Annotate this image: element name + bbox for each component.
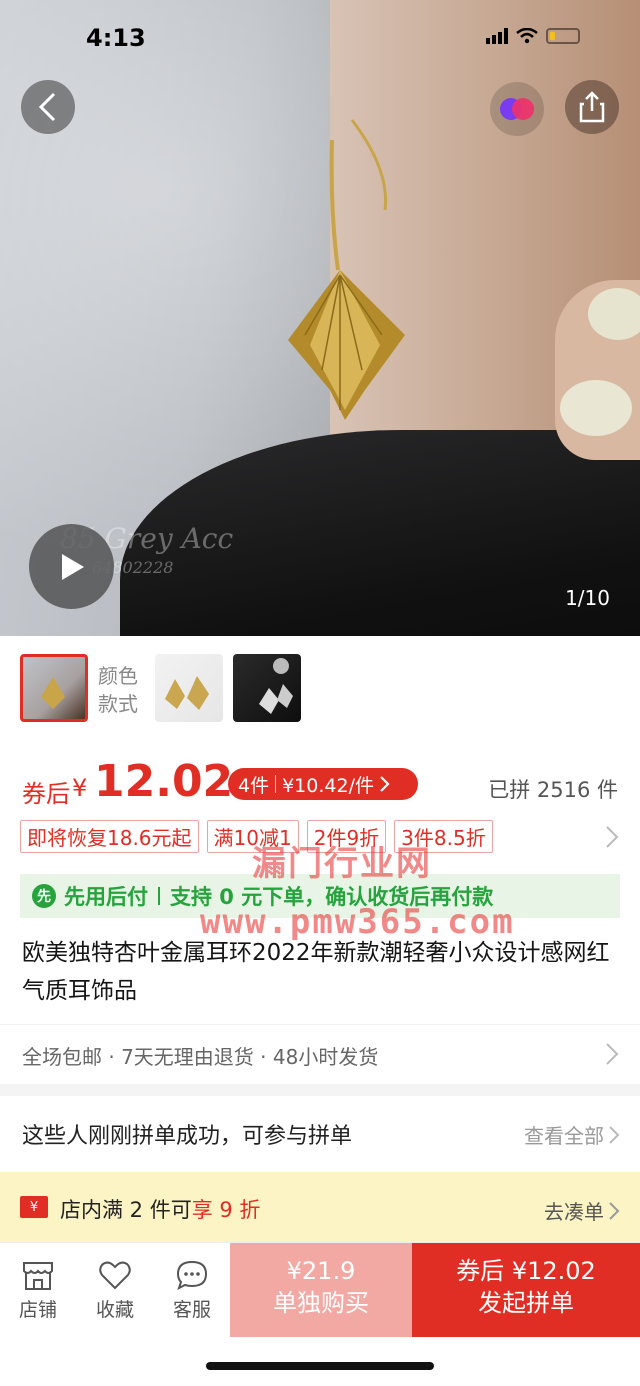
chevron-right-icon xyxy=(606,1043,619,1065)
variant-thumb-1[interactable] xyxy=(20,654,88,722)
coupon-icon: ¥ xyxy=(20,1196,48,1218)
battery-icon xyxy=(546,28,580,44)
app-logo-button[interactable] xyxy=(490,82,544,136)
single-price: ¥21.9 xyxy=(286,1257,356,1285)
sold-count: 已拼 2516 件 xyxy=(488,778,618,802)
earring-gold-thumb-icon xyxy=(165,676,209,710)
product-page: 85 Grey Acc 64802228 4:13 1/10 颜色 款式 券后 … xyxy=(0,0,640,1386)
chevron-right-icon[interactable] xyxy=(604,824,620,850)
variant-selector: 颜色 款式 xyxy=(0,636,640,740)
image-counter: 1/10 xyxy=(565,586,610,610)
pay-later-icon: 先 xyxy=(32,884,56,908)
group-buy-text: 这些人刚刚拼单成功，可参与拼单 xyxy=(22,1124,353,1149)
single-label: 单独购买 xyxy=(273,1289,369,1317)
site-watermark-url: www.pmw365.com xyxy=(200,902,515,942)
chevron-right-icon xyxy=(609,1201,620,1220)
variant-thumb-2[interactable] xyxy=(155,654,223,722)
pay-later-title: 先用后付 xyxy=(64,885,148,909)
multi-buy-pill[interactable]: 4件 ¥10.42/件 xyxy=(228,768,418,800)
status-icons xyxy=(486,28,580,44)
service-text: 全场包邮 · 7天无理由退货 · 48小时发货 xyxy=(22,1045,379,1069)
price-row: 券后 ¥ 12.02 4件 ¥10.42/件 已拼 2516 件 xyxy=(0,740,640,820)
product-title: 欧美独特杏叶金属耳环2022年新款潮轻奢小众设计感网红气质耳饰品 xyxy=(22,940,610,1004)
variant-thumb-3[interactable] xyxy=(233,654,301,722)
wifi-icon xyxy=(516,28,538,44)
group-label: 发起拼单 xyxy=(478,1289,574,1317)
service-nav-button[interactable]: 客服 xyxy=(154,1257,230,1322)
buy-single-button[interactable]: ¥21.9 单独购买 xyxy=(230,1243,412,1337)
play-video-button[interactable] xyxy=(29,524,114,609)
store-icon xyxy=(23,1262,53,1290)
currency-symbol: ¥ xyxy=(72,774,88,802)
service-row[interactable]: 全场包邮 · 7天无理由退货 · 48小时发货 xyxy=(0,1024,640,1084)
bottom-action-bar: 店铺 收藏 客服 ¥21.9 单独购买 券后 ¥12.02 发起拼单 xyxy=(0,1242,640,1337)
chevron-right-icon xyxy=(609,1125,620,1144)
favorite-nav-button[interactable]: 收藏 xyxy=(77,1257,153,1322)
home-indicator xyxy=(206,1362,434,1370)
share-button[interactable] xyxy=(565,80,619,134)
coupon-prefix: 券后 xyxy=(22,780,70,808)
start-group-buy-button[interactable]: 券后 ¥12.02 发起拼单 xyxy=(412,1243,640,1337)
group-buy-row[interactable]: 这些人刚刚拼单成功，可参与拼单 查看全部 xyxy=(0,1096,640,1168)
share-icon xyxy=(579,91,605,123)
heart-icon xyxy=(99,1261,131,1290)
store-promo-bar[interactable]: ¥ 店内满 2 件可享 9 折 去凑单 xyxy=(0,1172,640,1242)
variant-label: 颜色 款式 xyxy=(98,664,138,716)
store-nav-button[interactable]: 店铺 xyxy=(0,1257,76,1322)
site-watermark: 漏门行业网 xyxy=(252,844,432,884)
brand-logo-icon xyxy=(500,98,534,120)
cellular-signal-icon xyxy=(486,28,508,44)
store-promo-text: 店内满 2 件可享 9 折 xyxy=(60,1198,261,1222)
chevron-left-icon xyxy=(38,92,56,122)
add-items-link[interactable]: 去凑单 xyxy=(544,1196,620,1225)
status-time: 4:13 xyxy=(86,24,146,52)
chevron-right-icon xyxy=(380,776,390,792)
play-icon xyxy=(61,553,84,580)
price-amount: 12.02 xyxy=(94,756,234,807)
earring-silver-thumb-icon xyxy=(259,658,293,714)
earring-thumb-icon xyxy=(41,677,65,709)
group-price: 券后 ¥12.02 xyxy=(456,1257,596,1285)
promo-tag[interactable]: 即将恢复18.6元起 xyxy=(20,820,199,853)
earring-photo xyxy=(288,119,405,420)
view-all-link[interactable]: 查看全部 xyxy=(524,1120,620,1149)
back-button[interactable] xyxy=(21,80,75,134)
chat-bubble-icon xyxy=(176,1260,208,1290)
